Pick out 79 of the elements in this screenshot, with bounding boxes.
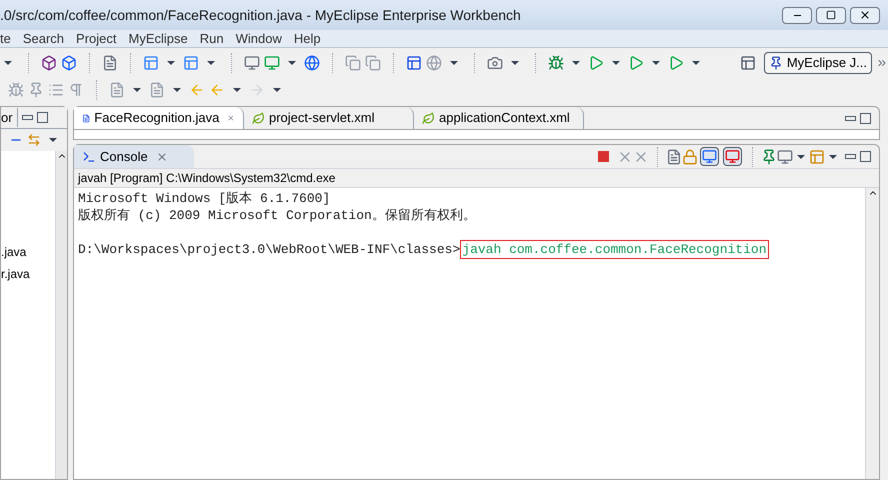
dropdown-caret-icon[interactable]	[511, 61, 519, 65]
list-icon[interactable]	[48, 82, 64, 98]
globe-icon[interactable]	[304, 55, 320, 71]
console-command: javah com.coffee.common.FaceRecognition	[460, 240, 769, 259]
window-title: .0/src/com/coffee/common/FaceRecognition.java - MyEclipse Enterprise Workbench	[0, 6, 522, 25]
perspective-icon	[768, 56, 783, 70]
bug-icon[interactable]	[548, 55, 564, 71]
editor-tab[interactable]: project-servlet.xml	[244, 107, 414, 129]
pilcrow-icon[interactable]	[68, 82, 84, 98]
menu-item[interactable]: MyEclipse	[128, 28, 188, 48]
console-icon	[82, 150, 96, 164]
menu-item[interactable]: Window	[236, 28, 282, 48]
dropdown-caret-icon[interactable]	[233, 88, 241, 92]
java-file-icon	[82, 112, 90, 124]
console-line: D:\Workspaces\project3.0\WebRoot\WEB-INF\classes>	[78, 241, 460, 258]
process-label: javah [Program] C:\Windows\System32\cmd.exe	[74, 169, 879, 188]
console-line: 版权所有 (c) 2009 Microsoft Corporation。保留所有权利。	[78, 207, 477, 224]
console-line: Microsoft Windows [版本 6.1.7600]	[78, 190, 332, 207]
dropdown-caret-icon[interactable]	[167, 61, 175, 65]
close-icon	[859, 9, 871, 21]
copy-icon[interactable]	[365, 55, 381, 71]
maximize-icon[interactable]	[860, 112, 871, 124]
menu-item[interactable]: te	[0, 28, 11, 48]
maximize-icon	[826, 10, 836, 20]
copy-icon[interactable]	[345, 55, 361, 71]
maximize-icon[interactable]	[860, 151, 871, 162]
document-icon[interactable]	[102, 55, 118, 71]
dropdown-caret-icon[interactable]	[273, 88, 281, 92]
show-output-icon[interactable]	[700, 147, 719, 166]
dropdown-caret-icon[interactable]	[572, 61, 580, 65]
bug-icon[interactable]	[8, 82, 24, 98]
tree-item[interactable]: r.java	[1, 265, 55, 283]
menu-item[interactable]: Search	[22, 28, 64, 48]
minimize-icon[interactable]	[22, 115, 33, 120]
scrollbar[interactable]	[55, 151, 67, 479]
close-button[interactable]	[850, 6, 880, 24]
dropdown-caret-icon[interactable]	[4, 61, 12, 65]
chevron-icon[interactable]	[876, 57, 888, 69]
scrollbar[interactable]	[865, 188, 879, 479]
leaf-icon	[422, 112, 435, 124]
menu-item[interactable]: Project	[76, 28, 117, 48]
run-icon[interactable]	[588, 55, 604, 71]
tree-item[interactable]: .java	[1, 243, 55, 261]
dropdown-caret-icon[interactable]	[133, 88, 141, 92]
close-tab-icon	[156, 150, 168, 162]
dropdown-caret-icon[interactable]	[207, 61, 215, 65]
cube-icon[interactable]	[61, 55, 77, 71]
document-icon[interactable]	[149, 82, 165, 98]
monitor-icon[interactable]	[777, 148, 793, 164]
menu-item[interactable]: Run	[200, 28, 224, 48]
pin-icon[interactable]	[761, 148, 777, 164]
editor-tab[interactable]: FaceRecognition.java	[74, 107, 244, 129]
run-icon[interactable]	[628, 55, 644, 71]
scroll-lock-icon[interactable]	[682, 148, 698, 164]
console-tab[interactable]: Console	[74, 145, 194, 168]
minimize-icon[interactable]	[845, 116, 856, 120]
document-icon[interactable]	[109, 82, 125, 98]
dropdown-caret-icon[interactable]	[288, 61, 296, 65]
dropdown-caret-icon[interactable]	[829, 154, 837, 158]
minimize-button[interactable]	[782, 6, 812, 24]
cube-icon[interactable]	[41, 55, 57, 71]
maximize-icon[interactable]	[36, 112, 48, 123]
dropdown-caret-icon[interactable]	[173, 88, 181, 92]
dropdown-caret-icon[interactable]	[797, 154, 805, 158]
maximize-button[interactable]	[816, 6, 846, 24]
show-error-icon[interactable]	[723, 147, 742, 166]
leaf-icon	[252, 112, 265, 124]
editor-tab[interactable]: applicationContext.xml	[414, 107, 584, 129]
dropdown-caret-icon[interactable]	[692, 61, 700, 65]
menu-item[interactable]: Help	[294, 28, 321, 48]
run-icon[interactable]	[668, 55, 684, 71]
link-icon[interactable]	[27, 133, 41, 147]
dropdown-caret-icon[interactable]	[612, 61, 620, 65]
perspective-button[interactable]: MyEclipse J...	[764, 52, 872, 74]
camera-icon[interactable]	[487, 55, 503, 71]
minimize-icon[interactable]	[845, 154, 856, 159]
dropdown-caret-icon[interactable]	[49, 138, 57, 142]
dropdown-caret-icon[interactable]	[450, 61, 458, 65]
dropdown-caret-icon[interactable]	[652, 61, 660, 65]
